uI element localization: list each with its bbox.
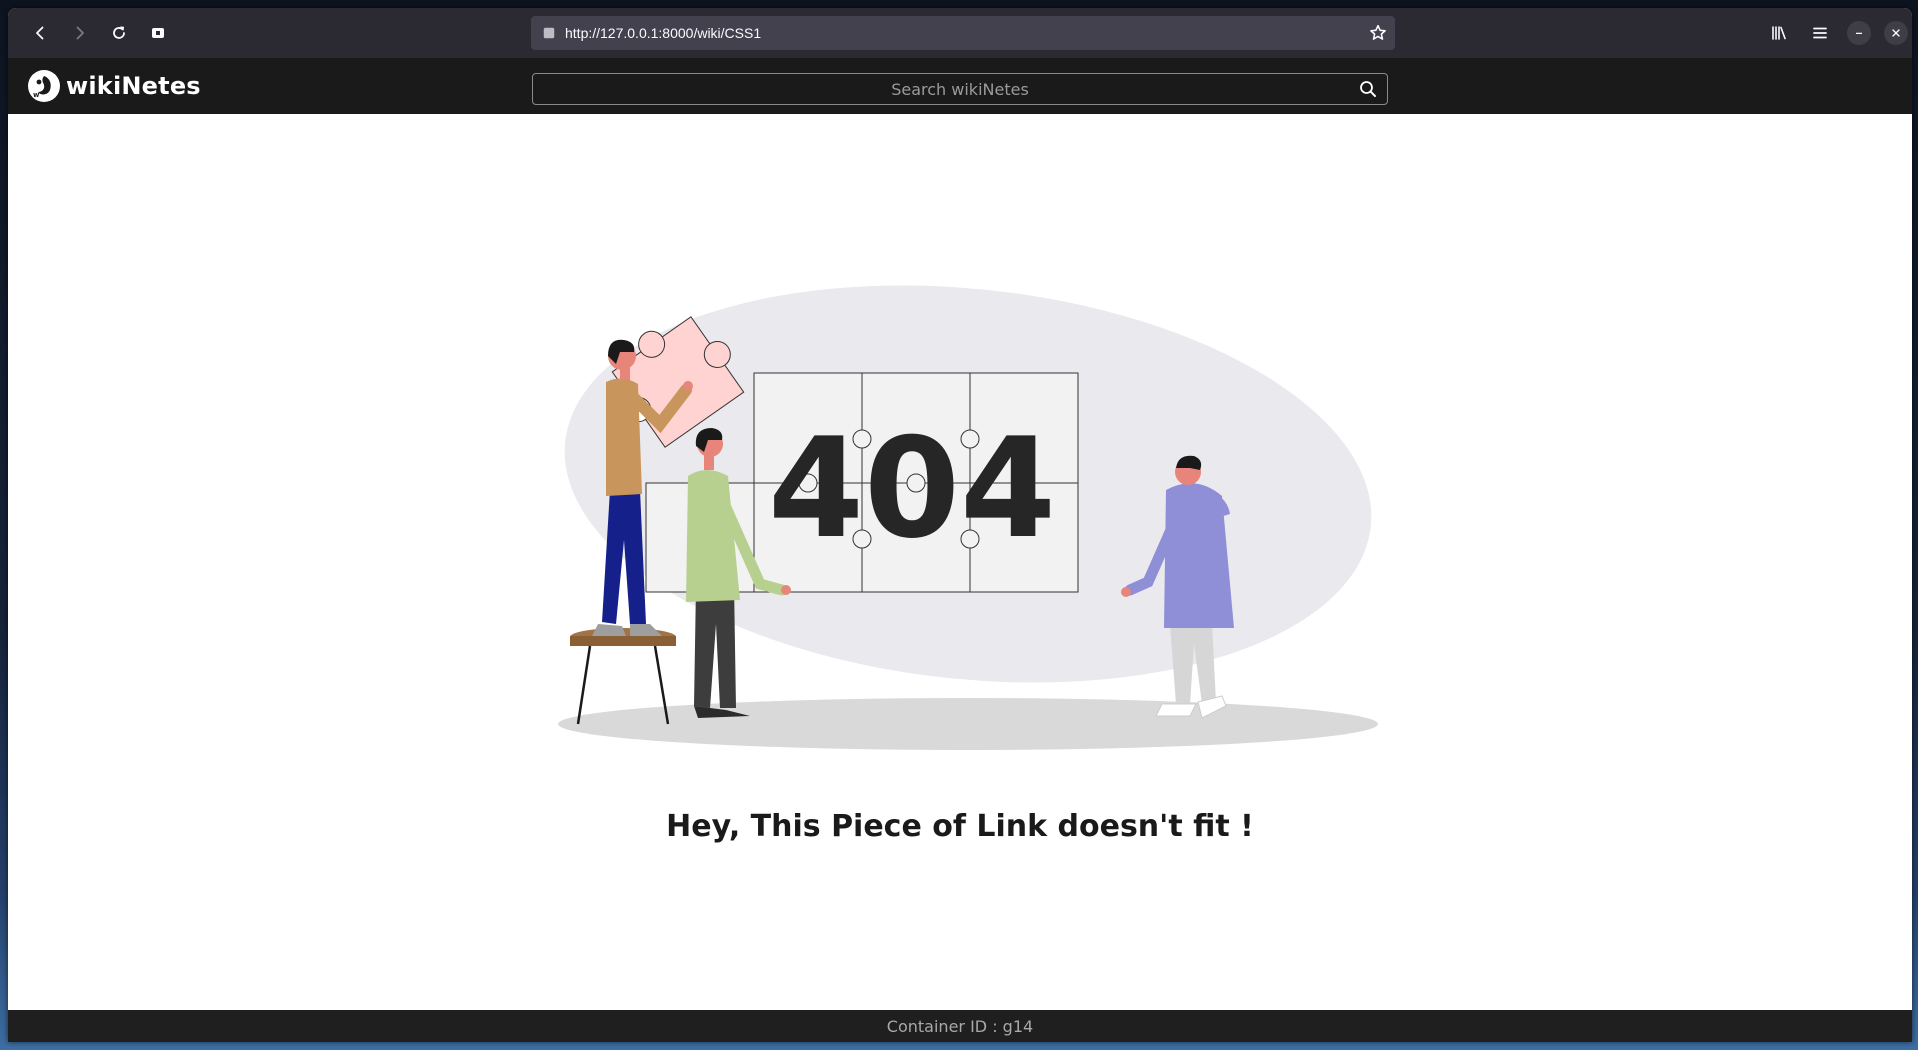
search-icon[interactable] xyxy=(1359,80,1377,98)
forward-button[interactable] xyxy=(64,17,96,49)
floor-shadow xyxy=(558,698,1378,750)
minimize-button[interactable] xyxy=(1847,21,1871,45)
search-input[interactable] xyxy=(533,74,1387,104)
search-bar xyxy=(532,73,1388,105)
app-header: w wikiNetes xyxy=(8,58,1912,114)
close-window-button[interactable] xyxy=(1884,21,1908,45)
brand-link[interactable]: w wikiNetes xyxy=(28,70,201,102)
page-icon xyxy=(541,25,557,41)
url-text: http://127.0.0.1:8000/wiki/CSS1 xyxy=(565,25,762,41)
back-button[interactable] xyxy=(24,17,56,49)
star-icon[interactable] xyxy=(1369,24,1387,42)
address-bar[interactable]: http://127.0.0.1:8000/wiki/CSS1 xyxy=(531,16,1395,50)
browser-toolbar: http://127.0.0.1:8000/wiki/CSS1 xyxy=(8,8,1912,58)
browser-window: http://127.0.0.1:8000/wiki/CSS1 w wikiNe… xyxy=(8,8,1912,1042)
close-icon xyxy=(1892,29,1900,37)
forward-arrow-icon xyxy=(76,26,84,40)
error-message: Hey, This Piece of Link doesn't fit ! xyxy=(666,809,1254,844)
brand-name: wikiNetes xyxy=(66,72,201,100)
page-content: 404 Hey, This Piece of Link doesn't fit … xyxy=(8,114,1912,1017)
tab-button[interactable] xyxy=(142,17,174,49)
container-id-text: Container ID : g14 xyxy=(886,1016,1034,1036)
reload-icon xyxy=(113,26,125,39)
library-button[interactable] xyxy=(1763,17,1795,49)
menu-button[interactable] xyxy=(1804,17,1836,49)
svg-text:w: w xyxy=(33,91,40,99)
back-arrow-icon xyxy=(36,26,44,40)
minimize-icon xyxy=(1856,32,1862,34)
footer: Container ID : g14 xyxy=(8,1010,1912,1042)
wikinetes-logo-icon: w xyxy=(28,70,60,102)
hamburger-menu-icon xyxy=(1813,27,1827,39)
404-illustration: 404 xyxy=(558,285,1378,750)
reload-button[interactable] xyxy=(103,17,135,49)
library-icon xyxy=(1772,26,1786,40)
error-code: 404 xyxy=(768,408,1056,569)
tab-icon xyxy=(152,28,164,38)
